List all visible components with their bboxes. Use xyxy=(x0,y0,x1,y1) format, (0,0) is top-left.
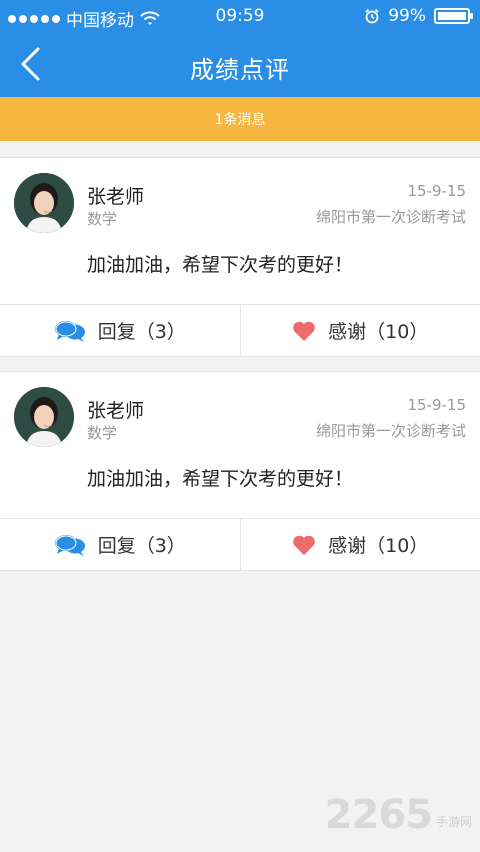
comment-message: 加油加油，希望下次考的更好！ xyxy=(87,468,354,490)
battery-icon xyxy=(434,8,473,24)
card-actions: 回复（3） 感谢（10） xyxy=(0,304,480,356)
subject-label: 数学 xyxy=(87,210,118,228)
chat-bubbles-icon xyxy=(54,534,85,556)
card-actions: 回复（3） 感谢（10） xyxy=(0,518,480,570)
watermark-main: 2265 xyxy=(324,792,433,838)
subject-label: 数学 xyxy=(87,424,118,442)
teacher-name: 张老师 xyxy=(87,400,145,422)
status-right: 99% xyxy=(364,6,473,26)
thank-button[interactable]: 感谢（10） xyxy=(241,305,480,356)
comment-message: 加油加油，希望下次考的更好！ xyxy=(87,254,354,276)
teacher-avatar xyxy=(14,387,74,447)
heart-icon xyxy=(293,321,315,341)
exam-name: 绵阳市第一次诊断考试 xyxy=(315,422,466,440)
watermark-logo: 2265 手游网 xyxy=(325,792,472,838)
comment-date: 15-9-15 xyxy=(407,182,466,200)
thank-button[interactable]: 感谢（10） xyxy=(241,519,480,570)
reply-button[interactable]: 回复（3） xyxy=(0,305,241,356)
teacher-avatar xyxy=(14,173,74,233)
thank-label: 感谢（10） xyxy=(328,321,429,343)
chat-bubbles-icon xyxy=(54,320,85,342)
watermark-sub: 手游网 xyxy=(435,815,472,829)
comment-date: 15-9-15 xyxy=(407,396,466,414)
thank-label: 感谢（10） xyxy=(328,535,429,557)
battery-percent: 99% xyxy=(388,6,426,26)
heart-icon xyxy=(293,535,315,555)
alarm-icon xyxy=(365,8,379,24)
status-bar: 中国移动 09:59 99% xyxy=(0,0,480,32)
reply-label: 回复（3） xyxy=(97,321,186,343)
exam-name: 绵阳市第一次诊断考试 xyxy=(315,208,466,226)
message-count-banner[interactable]: 1条消息 xyxy=(0,97,480,141)
comment-card: 张老师 数学 15-9-15 绵阳市第一次诊断考试 加油加油，希望下次考的更好！… xyxy=(0,371,480,571)
reply-button[interactable]: 回复（3） xyxy=(0,519,241,570)
reply-label: 回复（3） xyxy=(97,535,186,557)
comment-card: 张老师 数学 15-9-15 绵阳市第一次诊断考试 加油加油，希望下次考的更好！… xyxy=(0,157,480,357)
teacher-name: 张老师 xyxy=(87,186,145,208)
nav-bar: 成绩点评 xyxy=(0,32,480,97)
page-title: 成绩点评 xyxy=(190,56,290,84)
